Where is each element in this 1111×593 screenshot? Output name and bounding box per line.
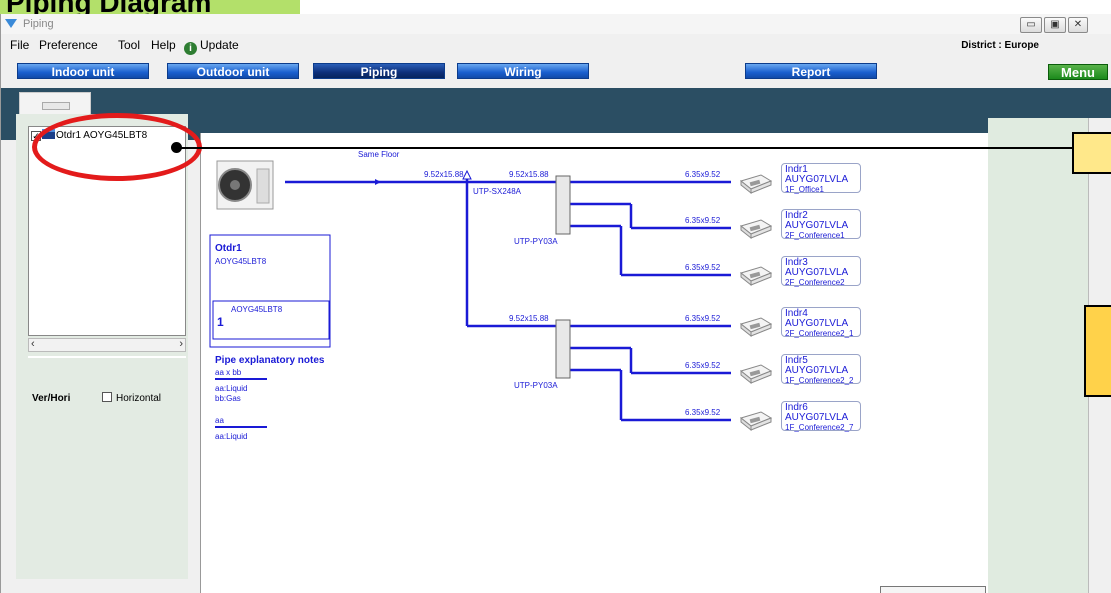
cassette-unit-icon <box>739 364 773 385</box>
note-liquid-2: aa:Liquid <box>215 432 248 441</box>
indoor-room: 1F_Conference2_7 <box>785 423 854 432</box>
menu-help[interactable]: Help <box>151 38 176 52</box>
cassette-unit-icon <box>739 219 773 240</box>
district-label: District : Europe <box>961 40 1039 51</box>
indoor-unit-box-1[interactable]: Indr1 AUYG07LVLA 1F_Office1 <box>781 163 861 194</box>
bottom-panel-tab <box>880 586 986 593</box>
app-logo-icon <box>5 19 17 28</box>
minimize-button[interactable]: ▭ <box>1020 17 1042 33</box>
callout-line <box>180 147 1072 149</box>
indoor-model: AUYG07LVLA <box>785 174 849 185</box>
main-menu-button[interactable]: Menu <box>1048 64 1108 80</box>
header-2-box[interactable] <box>555 319 571 379</box>
window-title: Piping <box>23 18 54 30</box>
indoor-room: 1F_Conference2_2 <box>785 376 854 385</box>
indoor-unit-box-5[interactable]: Indr5 AUYG07LVLA 1F_Conference2_2 <box>781 354 861 385</box>
outdoor-unit-model: AOYG45LBT8 <box>231 305 283 314</box>
horizontal-checkbox-label: Horizontal <box>116 393 162 404</box>
outdoor-unit-count: 1 <box>217 315 224 329</box>
outdoor-unit-image <box>216 160 274 210</box>
note-aa-x-bb: aa x bb <box>215 368 242 377</box>
pencil-icon <box>42 102 70 110</box>
right-panel <box>988 118 1088 593</box>
menu-update[interactable]: i Update <box>184 38 239 55</box>
branch-joint-icon <box>462 169 472 180</box>
indoor-pipe-size: 6.35x9.52 <box>685 216 721 225</box>
indoor-pipe-size: 6.35x9.52 <box>685 361 721 370</box>
indoor-pipe-size: 6.35x9.52 <box>685 408 721 417</box>
note-liquid: aa:Liquid <box>215 384 248 393</box>
note-gas: bb:Gas <box>215 394 241 403</box>
branch-pipe-size-1: 9.52x15.88 <box>509 170 549 179</box>
branch-joint-label: UTP-SX248A <box>473 187 522 196</box>
indoor-room: 2F_Conference1 <box>785 231 845 240</box>
note-aa: aa <box>215 416 224 425</box>
notes-title: Pipe explanatory notes <box>215 355 325 366</box>
indoor-room: 1F_Office1 <box>785 185 824 194</box>
indoor-pipe-size: 6.35x9.52 <box>685 170 721 179</box>
same-floor-label: Same Floor <box>358 150 400 159</box>
header-1-box[interactable] <box>555 175 571 235</box>
indoor-model: AUYG07LVLA <box>785 267 849 278</box>
flow-arrow-icon <box>375 179 381 185</box>
header-1-label: UTP-PY03A <box>514 237 558 246</box>
cassette-unit-icon <box>739 411 773 432</box>
nav-report-button[interactable]: Report <box>745 63 877 79</box>
indoor-model: AUYG07LVLA <box>785 318 849 329</box>
cassette-unit-icon <box>739 174 773 195</box>
horizontal-checkbox[interactable]: Horizontal <box>102 392 161 404</box>
callout-note-box <box>1084 305 1111 397</box>
cassette-unit-icon <box>739 317 773 338</box>
outdoor-model: AOYG45LBT8 <box>215 257 267 266</box>
indoor-unit-box-4[interactable]: Indr4 AUYG07LVLA 2F_Conference2_1 <box>781 307 861 338</box>
left-panel: ✓ Otdr1 AOYG45LBT8 ‹ › Ver/Hori Horizonta… <box>16 114 188 579</box>
nav-indoor-unit-button[interactable]: Indoor unit <box>17 63 149 79</box>
indoor-pipe-size: 6.35x9.52 <box>685 314 721 323</box>
piping-canvas[interactable]: Same Floor 9.52x15.88 9.52x15.88 9.52x15… <box>200 133 988 593</box>
header-2-label: UTP-PY03A <box>514 381 558 390</box>
indoor-model: AUYG07LVLA <box>785 220 849 231</box>
indoor-unit-box-2[interactable]: Indr2 AUYG07LVLA 2F_Conference1 <box>781 209 861 240</box>
menu-file[interactable]: File <box>10 38 29 52</box>
main-pipe-size: 9.52x15.88 <box>424 170 464 179</box>
indoor-unit-box-6[interactable]: Indr6 AUYG07LVLA 1F_Conference2_7 <box>781 401 861 432</box>
indoor-model: AUYG07LVLA <box>785 412 849 423</box>
indoor-room: 2F_Conference2 <box>785 278 845 287</box>
cassette-unit-icon <box>739 266 773 287</box>
indoor-room: 2F_Conference2_1 <box>785 329 854 338</box>
indoor-pipe-size: 6.35x9.52 <box>685 263 721 272</box>
tree-horizontal-scrollbar[interactable]: ‹ › <box>28 338 186 352</box>
scroll-left-icon[interactable]: ‹ <box>31 338 35 350</box>
scroll-right-icon[interactable]: › <box>179 338 183 350</box>
menu-tool[interactable]: Tool <box>118 38 140 52</box>
pipe-lines <box>285 177 731 422</box>
title-bar: Piping ▭ ▣ ✕ <box>1 14 1111 34</box>
indoor-model: AUYG07LVLA <box>785 365 849 376</box>
info-icon: i <box>184 42 197 55</box>
menu-preference[interactable]: Preference <box>39 38 98 52</box>
menu-update-label: Update <box>200 38 239 52</box>
horizontal-checkbox-box[interactable] <box>102 392 112 402</box>
nav-wiring-button[interactable]: Wiring <box>457 63 589 79</box>
maximize-button[interactable]: ▣ <box>1044 17 1066 33</box>
outdoor-name: Otdr1 <box>215 243 242 254</box>
indoor-unit-box-3[interactable]: Indr3 AUYG07LVLA 2F_Conference2 <box>781 256 861 287</box>
close-button[interactable]: ✕ <box>1068 17 1088 33</box>
nav-outdoor-unit-button[interactable]: Outdoor unit <box>167 63 299 79</box>
branch-pipe-size-2: 9.52x15.88 <box>509 314 549 323</box>
panel-divider <box>28 356 186 358</box>
callout-note-box <box>1072 132 1111 174</box>
menu-bar: File Preference Tool Help i Update <box>1 36 1111 55</box>
ver-hori-label: Ver/Hori <box>32 393 71 404</box>
callout-dot <box>171 142 182 153</box>
nav-piping-button[interactable]: Piping <box>313 63 445 79</box>
